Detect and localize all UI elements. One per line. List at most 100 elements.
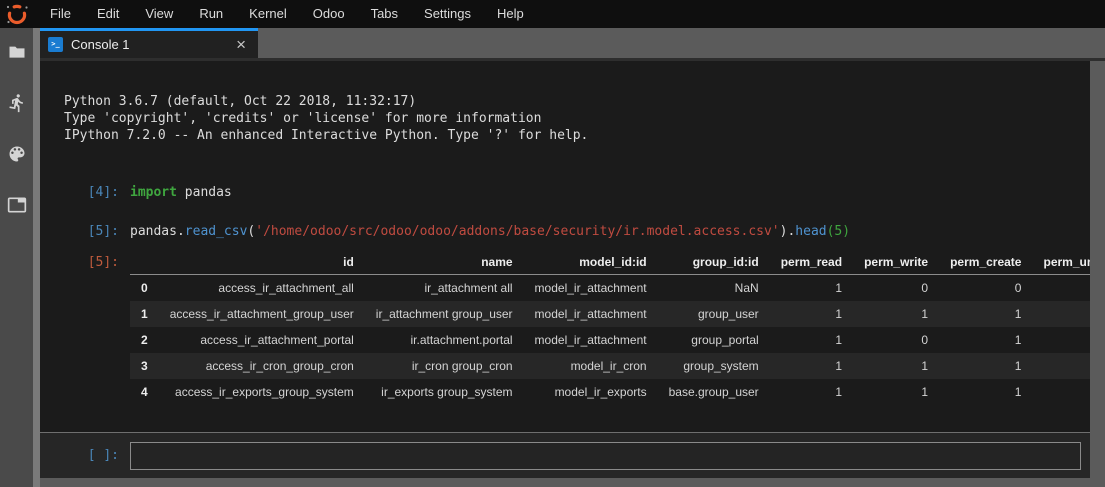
app-shell: >_ Console 1 × Python 3.6.7 (default, Oc… bbox=[0, 28, 1105, 487]
tab-console-1[interactable]: >_ Console 1 × bbox=[40, 28, 258, 58]
col-perm-write: perm_write bbox=[853, 252, 939, 275]
table-cell: 1 bbox=[939, 379, 1032, 405]
console-panel: Python 3.6.7 (default, Oct 22 2018, 11:3… bbox=[40, 61, 1105, 487]
code-token: ). bbox=[780, 224, 796, 239]
col-perm-unlink: perm_unlink bbox=[1032, 252, 1090, 275]
table-cell: model_ir_attachment bbox=[524, 327, 658, 353]
code-token: (5) bbox=[827, 224, 850, 239]
dataframe-output: idnamemodel_id:idgroup_id:idperm_readper… bbox=[130, 252, 1090, 405]
table-cell: 1 bbox=[1032, 379, 1090, 405]
output-cell-5: [5]: idnamemodel_id:idgroup_id:idperm_re… bbox=[40, 252, 1090, 405]
banner-line: Type 'copyright', 'credits' or 'license'… bbox=[64, 110, 1090, 127]
table-row: 4access_ir_exports_group_systemir_export… bbox=[130, 379, 1090, 405]
table-cell: ir_attachment group_user bbox=[365, 301, 524, 327]
col-name: name bbox=[365, 252, 524, 275]
menubar: FileEditViewRunKernelOdooTabsSettingsHel… bbox=[0, 0, 1105, 28]
menu-kernel[interactable]: Kernel bbox=[236, 0, 300, 28]
table-cell: 0 bbox=[1032, 275, 1090, 302]
input-cell-5: [5]: pandas.read_csv('/home/odoo/src/odo… bbox=[40, 223, 1090, 240]
dataframe-table: idnamemodel_id:idgroup_id:idperm_readper… bbox=[130, 252, 1090, 405]
input-prompt-empty: [ ]: bbox=[64, 447, 119, 464]
tab-close-icon[interactable]: × bbox=[232, 37, 250, 52]
table-cell: 1 bbox=[939, 301, 1032, 327]
table-cell: 1 bbox=[770, 327, 853, 353]
code-input[interactable] bbox=[131, 443, 1080, 469]
console-icon: >_ bbox=[48, 37, 63, 52]
left-sidebar bbox=[0, 28, 33, 487]
code-token: pandas bbox=[177, 185, 232, 200]
table-header-row: idnamemodel_id:idgroup_id:idperm_readper… bbox=[130, 252, 1090, 275]
console-widget: Python 3.6.7 (default, Oct 22 2018, 11:3… bbox=[40, 61, 1090, 478]
running-sessions-icon[interactable] bbox=[7, 93, 27, 113]
in4-code: import pandas bbox=[130, 184, 232, 201]
console-output-area[interactable]: Python 3.6.7 (default, Oct 22 2018, 11:3… bbox=[40, 61, 1090, 432]
in-prompt-4: [4]: bbox=[64, 184, 119, 201]
code-token: '/home/odoo/src/odoo/odoo/addons/base/se… bbox=[255, 224, 779, 239]
table-cell: 0 bbox=[939, 275, 1032, 302]
table-cell: ir_exports group_system bbox=[365, 379, 524, 405]
table-cell: ir.attachment.portal bbox=[365, 327, 524, 353]
table-cell: access_ir_attachment_group_user bbox=[159, 301, 365, 327]
table-cell: 1 bbox=[853, 301, 939, 327]
out-prompt-5: [5]: bbox=[64, 252, 119, 274]
menu-run[interactable]: Run bbox=[186, 0, 236, 28]
table-cell: NaN bbox=[658, 275, 770, 302]
main-dock: >_ Console 1 × Python 3.6.7 (default, Oc… bbox=[40, 28, 1105, 487]
table-cell: 1 bbox=[770, 275, 853, 302]
table-cell: 0 bbox=[853, 275, 939, 302]
sidebar-splitter[interactable] bbox=[33, 28, 40, 487]
banner-line: Python 3.6.7 (default, Oct 22 2018, 11:3… bbox=[64, 93, 1090, 110]
table-cell: group_user bbox=[658, 301, 770, 327]
col-id: id bbox=[159, 252, 365, 275]
menu-help[interactable]: Help bbox=[484, 0, 537, 28]
table-cell: 0 bbox=[853, 327, 939, 353]
menu-odoo[interactable]: Odoo bbox=[300, 0, 358, 28]
tab-bar: >_ Console 1 × bbox=[40, 28, 1105, 58]
file-browser-icon[interactable] bbox=[7, 42, 27, 62]
table-cell: model_ir_attachment bbox=[524, 275, 658, 302]
input-cell-4: [4]: import pandas bbox=[40, 184, 1090, 201]
in-prompt-5: [5]: bbox=[64, 223, 119, 240]
table-cell: group_system bbox=[658, 353, 770, 379]
menu-view[interactable]: View bbox=[132, 0, 186, 28]
command-palette-icon[interactable] bbox=[7, 144, 27, 164]
table-cell: model_ir_cron bbox=[524, 353, 658, 379]
table-cell: 1 bbox=[770, 353, 853, 379]
table-cell: 0 bbox=[1032, 327, 1090, 353]
code-token: pandas. bbox=[130, 224, 185, 239]
open-tabs-icon[interactable] bbox=[7, 195, 27, 215]
row-index: 0 bbox=[130, 275, 159, 302]
table-body: 0access_ir_attachment_allir_attachment a… bbox=[130, 275, 1090, 406]
row-index: 3 bbox=[130, 353, 159, 379]
row-index: 1 bbox=[130, 301, 159, 327]
menu-file[interactable]: File bbox=[37, 0, 84, 28]
code-input-box[interactable] bbox=[130, 442, 1081, 470]
table-row: 1access_ir_attachment_group_userir_attac… bbox=[130, 301, 1090, 327]
console-input-area: [ ]: bbox=[40, 432, 1090, 478]
table-cell: model_ir_attachment bbox=[524, 301, 658, 327]
table-row: 0access_ir_attachment_allir_attachment a… bbox=[130, 275, 1090, 302]
table-cell: access_ir_attachment_portal bbox=[159, 327, 365, 353]
menu-tabs[interactable]: Tabs bbox=[358, 0, 411, 28]
table-cell: base.group_user bbox=[658, 379, 770, 405]
table-cell: 1 bbox=[1032, 353, 1090, 379]
code-token: import bbox=[130, 185, 177, 200]
code-token: head bbox=[795, 224, 826, 239]
row-index: 2 bbox=[130, 327, 159, 353]
app-logo-icon bbox=[5, 2, 29, 26]
table-cell: access_ir_exports_group_system bbox=[159, 379, 365, 405]
table-cell: 1 bbox=[770, 301, 853, 327]
table-cell: access_ir_cron_group_cron bbox=[159, 353, 365, 379]
table-cell: group_portal bbox=[658, 327, 770, 353]
col-index bbox=[130, 252, 159, 275]
table-cell: 1 bbox=[1032, 301, 1090, 327]
menu-settings[interactable]: Settings bbox=[411, 0, 484, 28]
tab-label: Console 1 bbox=[71, 37, 232, 52]
console-banner: Python 3.6.7 (default, Oct 22 2018, 11:3… bbox=[64, 93, 1090, 144]
table-row: 2access_ir_attachment_portalir.attachmen… bbox=[130, 327, 1090, 353]
col-group-id-id: group_id:id bbox=[658, 252, 770, 275]
table-cell: 1 bbox=[853, 379, 939, 405]
menu-edit[interactable]: Edit bbox=[84, 0, 132, 28]
in5-code: pandas.read_csv('/home/odoo/src/odoo/odo… bbox=[130, 223, 850, 240]
table-cell: 1 bbox=[939, 327, 1032, 353]
